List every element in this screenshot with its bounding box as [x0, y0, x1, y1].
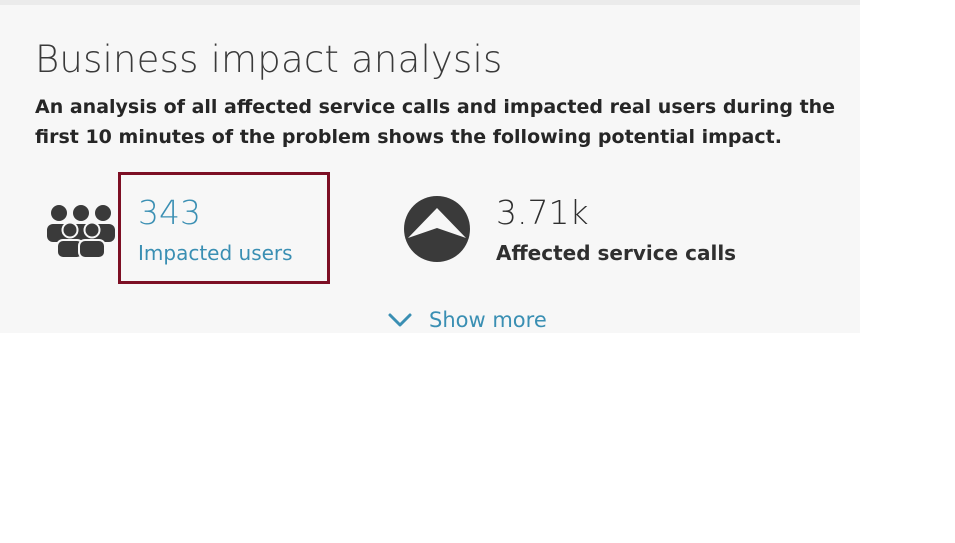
- impacted-users-label[interactable]: Impacted users: [138, 241, 293, 265]
- affected-calls-value: 3.71k: [496, 193, 589, 232]
- users-group-icon: [47, 205, 115, 259]
- service-calls-icon: [404, 196, 470, 262]
- section-description: An analysis of all affected service call…: [35, 96, 836, 148]
- panel-top-strip: [0, 0, 860, 5]
- affected-calls-label: Affected service calls: [496, 241, 737, 265]
- show-more-button[interactable]: Show more: [387, 308, 547, 332]
- impacted-users-value[interactable]: 343: [138, 193, 201, 232]
- show-more-label: Show more: [429, 308, 547, 332]
- chevron-down-icon: [388, 313, 412, 327]
- business-impact-panel: Business impact analysis An analysis of …: [0, 0, 860, 333]
- section-title: Business impact analysis: [35, 38, 503, 81]
